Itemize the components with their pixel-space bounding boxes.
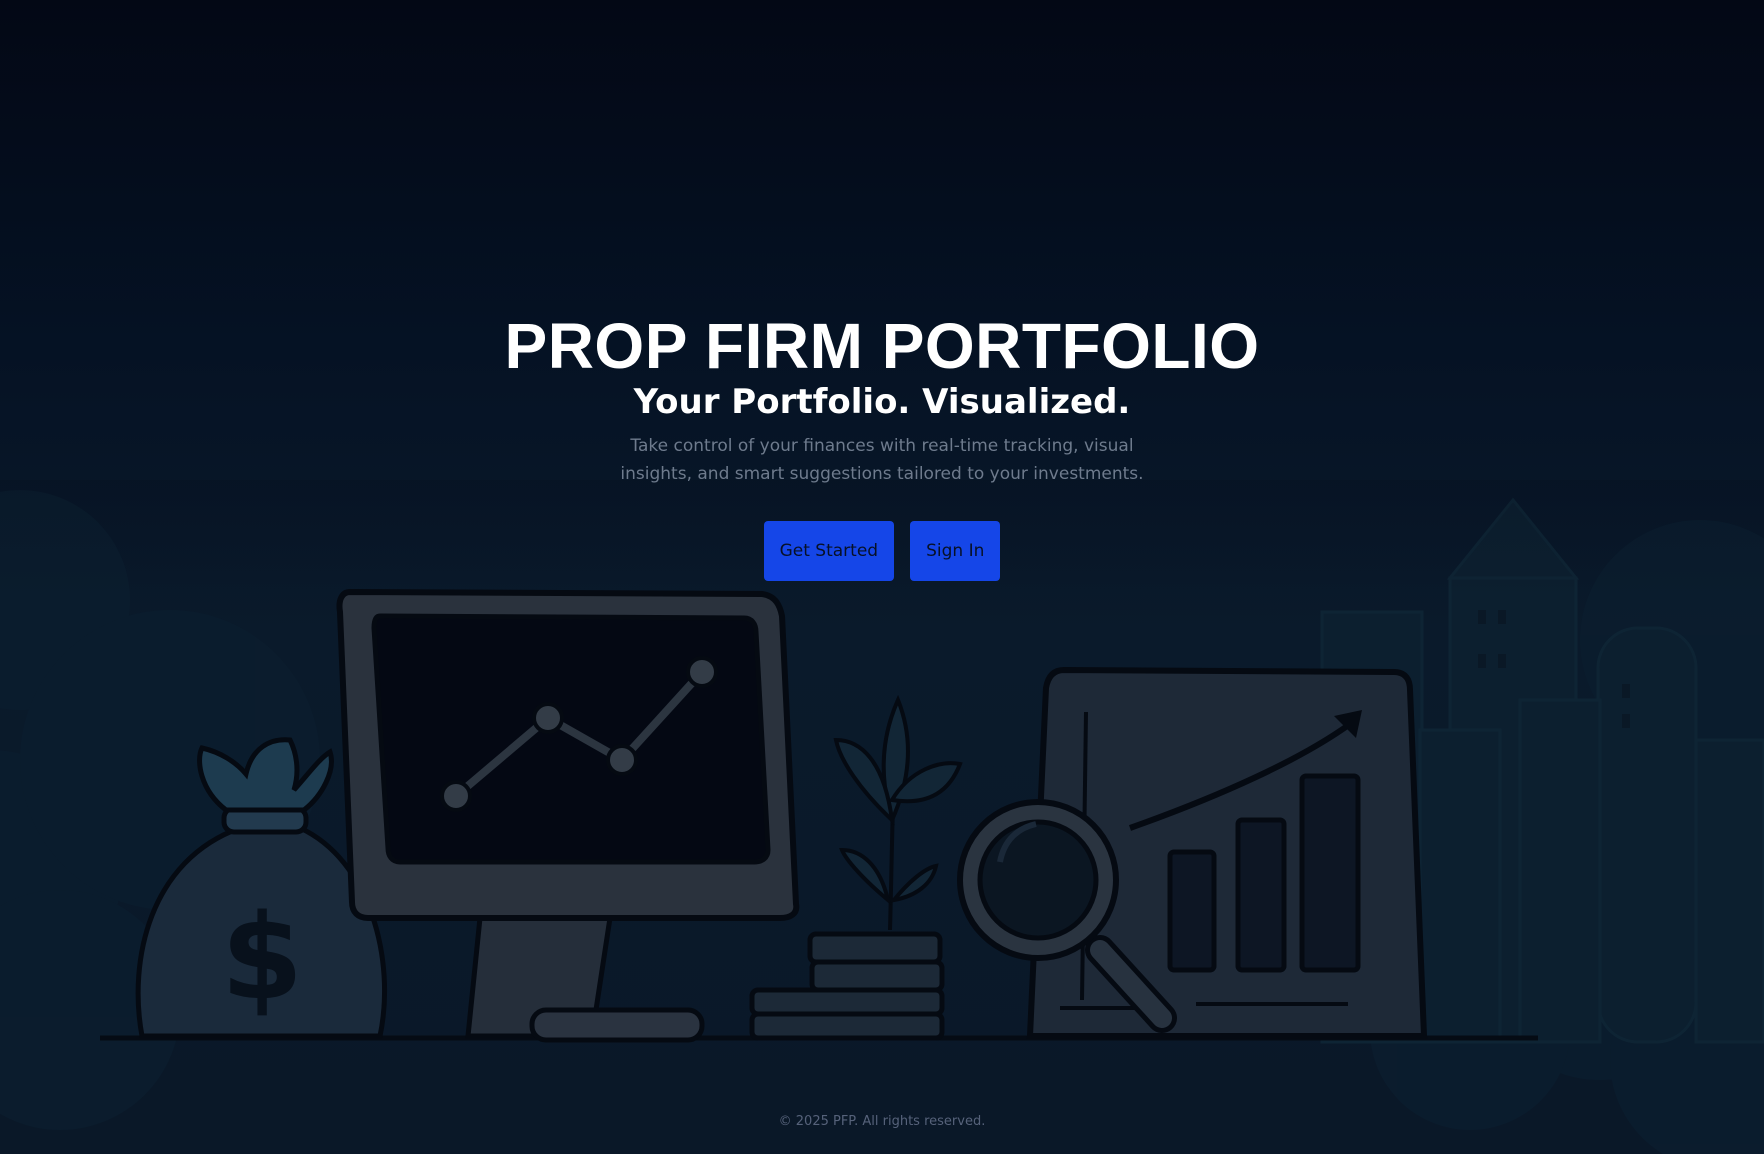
sign-in-button[interactable]: Sign In (910, 521, 1001, 581)
get-started-button[interactable]: Get Started (763, 521, 895, 581)
footer-copyright: © 2025 PFP. All rights reserved. (778, 1114, 986, 1129)
monitor-chart-icon (336, 588, 800, 1043)
hero-actions: Get Started Sign In (0, 521, 1764, 581)
page-title: PROP FIRM PORTFOLIO (504, 310, 1260, 382)
coin-stack-icon (749, 931, 945, 1041)
hero-section: PROP FIRM PORTFOLIO Your Portfolio. Visu… (0, 310, 1764, 581)
plant-icon (833, 694, 963, 931)
hero-description: Take control of your finances with real-… (620, 436, 1144, 484)
hero-tagline: Your Portfolio. Visualized. (633, 382, 1131, 422)
svg-text:$: $ (221, 888, 303, 1026)
